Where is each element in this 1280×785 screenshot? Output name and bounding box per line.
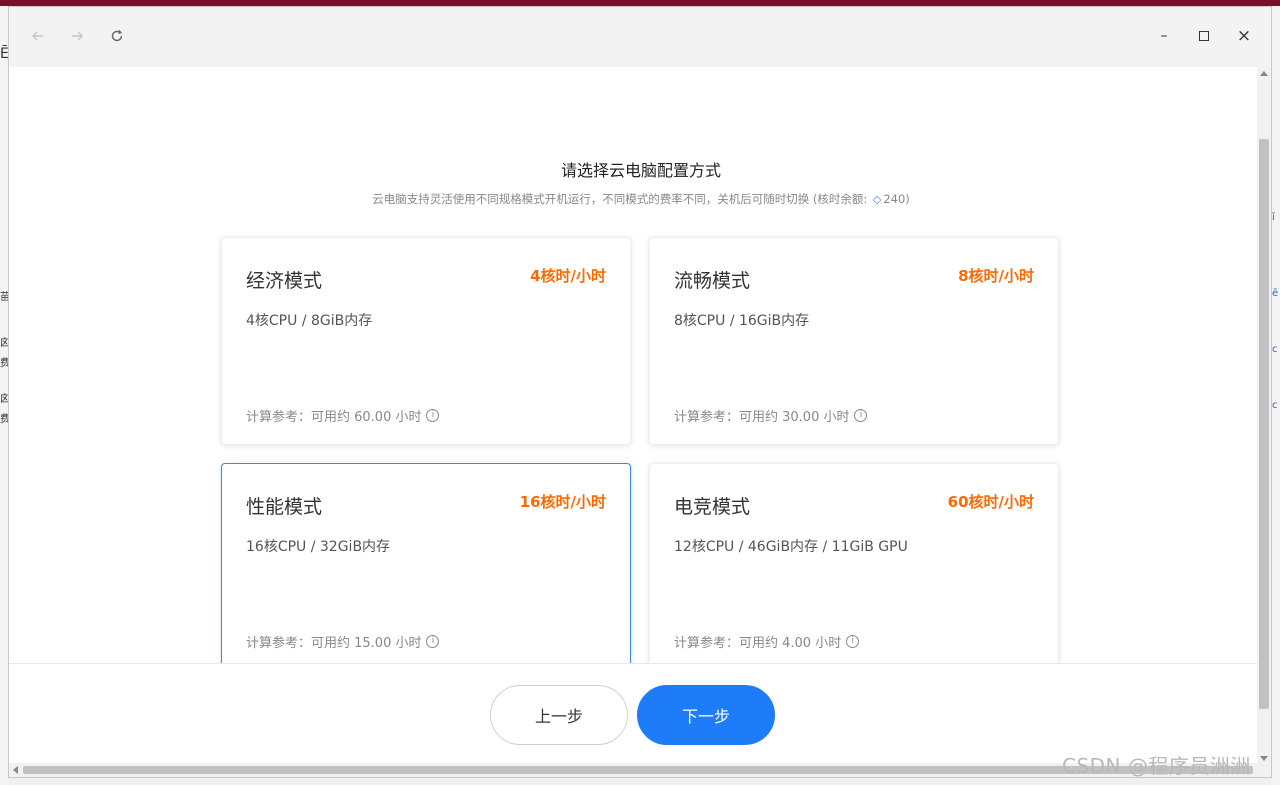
minimize-button[interactable]: –	[1155, 27, 1173, 45]
previous-step-button[interactable]: 上一步	[490, 685, 628, 745]
mode-card-performance[interactable]: 性能模式 16核时/小时 16核CPU / 32GiB内存 计算参考：可用约 1…	[221, 463, 631, 663]
mode-name: 经济模式	[246, 270, 323, 292]
estimate-text: 计算参考：可用约 15.00 小时	[246, 636, 422, 651]
cloud-pc-config-window: – × 请选择云电脑配置方式 云电脑支持灵活使用不同规格模式开机运行，不同模式的…	[8, 6, 1272, 778]
mode-selection-content: 请选择云电脑配置方式 云电脑支持灵活使用不同规格模式开机运行，不同模式的费率不同…	[9, 67, 1257, 663]
window-titlebar: – ×	[9, 7, 1271, 67]
arrow-right-icon	[72, 31, 83, 41]
subtitle-suffix: )	[905, 192, 910, 206]
mode-estimate: 计算参考：可用约 4.00 小时 i	[674, 632, 860, 651]
diamond-icon: ◇	[872, 193, 882, 206]
mode-card-esports[interactable]: 电竞模式 60核时/小时 12核CPU / 46GiB内存 / 11GiB GP…	[649, 463, 1059, 663]
close-button[interactable]: ×	[1235, 26, 1253, 46]
scroll-down-arrow-icon[interactable]	[1260, 756, 1268, 761]
core-hour-balance: 240	[883, 192, 906, 206]
reload-button[interactable]	[108, 27, 126, 45]
mode-rate: 8核时/小时	[958, 267, 1034, 285]
maximize-button[interactable]	[1195, 27, 1213, 45]
mode-spec: 8核CPU / 16GiB内存	[674, 313, 810, 329]
mode-name: 性能模式	[246, 496, 323, 518]
background-page-right-edge: ī ē c c	[1272, 6, 1280, 785]
info-icon[interactable]: i	[854, 409, 868, 422]
estimate-text: 计算参考：可用约 30.00 小时	[674, 410, 850, 425]
mode-spec: 16核CPU / 32GiB内存	[246, 539, 391, 555]
minimize-icon: –	[1160, 28, 1168, 44]
page-title: 请选择云电脑配置方式	[560, 161, 721, 180]
info-icon[interactable]: i	[426, 635, 440, 648]
vertical-scrollbar[interactable]	[1257, 67, 1271, 765]
background-text-fragment: ē	[1272, 288, 1279, 299]
background-text-fragment: c	[1272, 400, 1278, 411]
csdn-watermark: CSDN @程序员洲洲	[1062, 754, 1251, 778]
wizard-footer: 上一步 下一步	[9, 663, 1257, 763]
mode-estimate: 计算参考：可用约 30.00 小时 i	[674, 406, 868, 425]
info-icon[interactable]: i	[846, 635, 860, 648]
mode-name: 流畅模式	[674, 270, 751, 292]
scroll-left-arrow-icon[interactable]	[13, 766, 18, 774]
close-icon: ×	[1236, 26, 1252, 46]
next-step-button[interactable]: 下一步	[637, 685, 775, 745]
reload-icon	[111, 30, 123, 42]
mode-spec: 12核CPU / 46GiB内存 / 11GiB GPU	[674, 539, 908, 555]
info-icon[interactable]: i	[426, 409, 440, 422]
scroll-up-arrow-icon[interactable]	[1260, 71, 1268, 76]
background-text-fragment: ī	[1272, 212, 1275, 223]
forward-button[interactable]	[68, 27, 86, 45]
maximize-icon	[1199, 31, 1209, 41]
background-page-left-edge: Ē 苗 囟 费 囟 费	[0, 6, 10, 785]
estimate-text: 计算参考：可用约 4.00 小时	[674, 636, 842, 651]
mode-name: 电竞模式	[674, 496, 751, 518]
mode-card-smooth[interactable]: 流畅模式 8核时/小时 8核CPU / 16GiB内存 计算参考：可用约 30.…	[649, 237, 1059, 445]
mode-estimate: 计算参考：可用约 15.00 小时 i	[246, 632, 440, 651]
mode-estimate: 计算参考：可用约 60.00 小时 i	[246, 406, 440, 425]
mode-rate: 4核时/小时	[530, 267, 606, 285]
page-subtitle: 云电脑支持灵活使用不同规格模式开机运行，不同模式的费率不同，关机后可随时切换 (…	[9, 191, 1257, 207]
mode-rate: 60核时/小时	[947, 493, 1034, 511]
vertical-scrollbar-thumb[interactable]	[1259, 139, 1269, 709]
arrow-left-icon	[32, 31, 43, 41]
subtitle-text: 云电脑支持灵活使用不同规格模式开机运行，不同模式的费率不同，关机后可随时切换 (…	[372, 192, 871, 206]
mode-spec: 4核CPU / 8GiB内存	[246, 313, 373, 329]
estimate-text: 计算参考：可用约 60.00 小时	[246, 410, 422, 425]
back-button[interactable]	[29, 27, 47, 45]
background-text-fragment: c	[1272, 344, 1278, 355]
mode-card-economy[interactable]: 经济模式 4核时/小时 4核CPU / 8GiB内存 计算参考：可用约 60.0…	[221, 237, 631, 445]
mode-rate: 16核时/小时	[519, 493, 606, 511]
